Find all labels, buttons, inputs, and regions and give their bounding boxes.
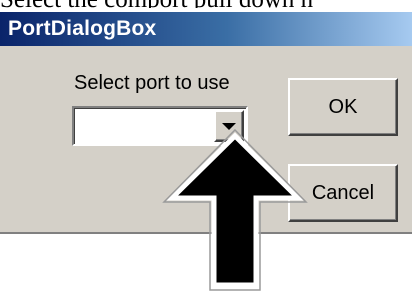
port-select-label: Select port to use: [74, 72, 230, 94]
chevron-down-icon: [222, 123, 236, 130]
ok-button[interactable]: OK: [288, 78, 398, 136]
dialog-title-bar[interactable]: PortDialogBox: [0, 12, 412, 46]
up-arrow-shape: [165, 132, 305, 288]
instruction-caption: Select the comport pull down n: [0, 0, 412, 8]
dialog-title: PortDialogBox: [8, 17, 157, 40]
up-arrow-icon: [162, 128, 308, 291]
screenshot-page: Select the comport pull down n PortDialo…: [0, 0, 412, 299]
